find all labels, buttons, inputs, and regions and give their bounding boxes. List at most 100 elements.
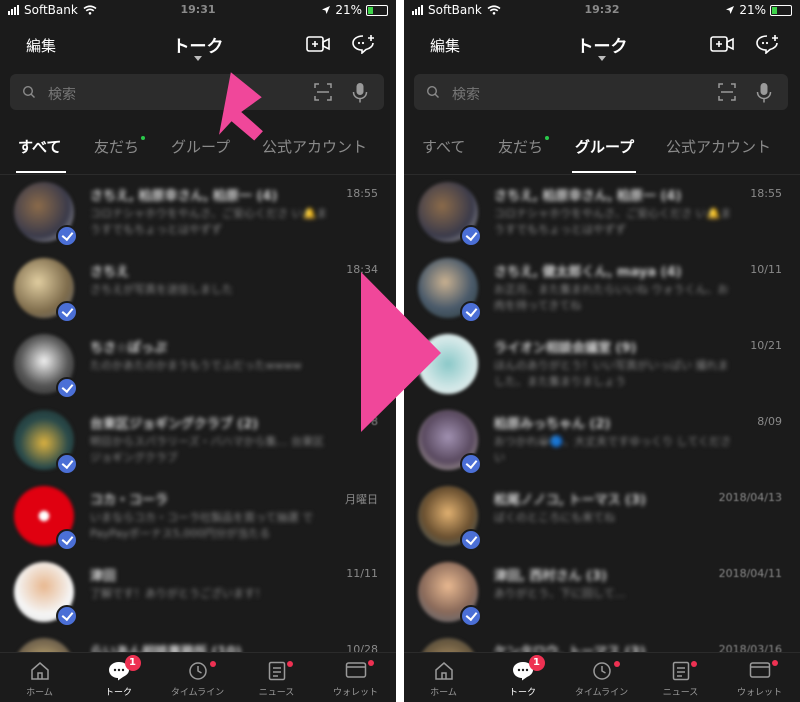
search-input[interactable]: 検索 [48,84,76,104]
nav-label: ニュース [662,688,699,698]
chevron-down-icon [194,56,202,61]
tab-official-accounts[interactable]: 公式アカウント [666,136,771,157]
tab-official-accounts[interactable]: 公式アカウント [262,136,367,157]
tab-friends[interactable]: 友だち [498,136,550,157]
nav-talk[interactable]: 1 トーク [79,653,158,702]
chat-row[interactable]: 津田, 西村さん (3) ありがとう、下に回して… 2018/04/11 [404,555,800,631]
right-screen: SoftBank 19:32 21% 編集 トーク 検索 すべて 友だち グルー… [404,0,800,702]
nav-talk[interactable]: 1 トーク [483,653,562,702]
chat-row[interactable]: ケンタロウ, トーマス (3) 2018/03/16 [404,631,800,653]
news-icon [268,661,285,681]
chat-preview: 了解です！ありがとうございます！ [90,587,266,600]
timeline-icon [592,662,611,680]
nav-label: タイムライン [574,688,629,698]
verified-icon [460,453,482,475]
news-icon [672,661,689,681]
chat-row[interactable]: 津田 了解です！ありがとうございます！ 11/11 [0,555,396,631]
video-call-icon[interactable] [710,34,734,54]
nav-label: ニュース [258,688,295,698]
nav-label: ウォレット [736,688,782,698]
chat-row[interactable]: 柏原みっちゃん (2) おつかれ😀🔵、大丈夫ですゆっくり してください 8/09 [404,403,800,479]
tab-friends[interactable]: 友だち [94,136,146,157]
nav-news[interactable]: ニュース [237,653,316,702]
active-tab-indicator [16,171,66,173]
chat-preview: 明日からスパラリーズ・バハマから集… 台東区ジョギングクラブ [90,435,324,464]
tab-groups[interactable]: グループ [575,136,634,157]
qr-scan-icon[interactable] [313,82,333,102]
chat-name: 津田 [90,569,117,584]
chat-preview: お正月、また集まれたらいいね ウォうくん、お肉を持ってきてね [494,283,729,312]
page-title[interactable]: トーク [0,32,396,57]
header: 編集 トーク [404,30,800,61]
chat-preview: ほんのありがとう！いい写真がいっぱい 撮れました、また集まりましょう [494,359,729,388]
notification-dot [287,661,293,667]
active-tab-indicator [572,171,636,173]
chat-row[interactable]: らいあん相談事務所 (10) 10/28 [0,631,396,653]
battery-percent: 21% [739,3,766,17]
tab-all[interactable]: すべて [18,136,61,157]
tab-all[interactable]: すべて [422,136,465,157]
nav-news[interactable]: ニュース [641,653,720,702]
chat-name: さちえ, 柏原幸さん, 柏原一 (4) [90,189,278,204]
chat-time: 18:55 [750,187,782,200]
new-chat-icon[interactable] [756,34,780,54]
battery-icon [366,4,388,16]
chat-name: コカ・コーラ [90,493,169,508]
wallet-icon [345,662,366,678]
chat-name: 柏原みっちゃん (2) [494,417,611,432]
chat-preview: コロナシャホウをやんさ、ご安心くださ い🔔まうすでもちょっとはやずず [90,207,328,236]
search-bar[interactable]: 検索 [414,74,788,110]
chat-name: 松尾ノノコ, トーマス (3) [494,493,646,508]
search-input[interactable]: 検索 [452,84,480,104]
home-icon [30,662,49,680]
home-icon [434,662,453,680]
qr-scan-icon[interactable] [717,82,737,102]
nav-timeline[interactable]: タイムライン [158,653,237,702]
nav-label: ウォレット [332,688,378,698]
avatar [14,638,74,653]
chat-row[interactable]: ライオン相談会議室 (9) ほんのありがとう！いい写真がいっぱい 撮れました、ま… [404,327,800,403]
unread-badge: 1 [124,655,141,671]
chat-row[interactable]: さちえ, 健太郎くん, maya (4) お正月、また集まれたらいいね ウォうく… [404,251,800,327]
nav-label: ホーム [430,688,457,698]
search-icon [22,85,35,98]
search-bar[interactable]: 検索 [10,74,384,110]
chat-time: 月曜日 [345,493,378,506]
chat-preview: ありがとう、下に回して… [494,587,626,600]
chat-time: 8 [371,415,378,428]
nav-timeline[interactable]: タイムライン [562,653,641,702]
battery-percent: 21% [335,3,362,17]
verified-icon [56,225,78,247]
tab-friends-label: 友だち [498,138,544,156]
tab-groups[interactable]: グループ [171,136,230,157]
new-chat-icon[interactable] [352,34,376,54]
chat-tabs: すべて 友だち グループ 公式アカウント [0,136,396,174]
nav-home[interactable]: ホーム [0,653,79,702]
status-bar: SoftBank 19:32 21% [404,0,800,22]
status-right: 21% [321,3,388,17]
chat-row[interactable]: さちえ, 柏原幸さん, 柏原一 (4) コロナシャホウをやんさ、ご安心くださ い… [0,175,396,251]
unread-badge: 1 [528,655,545,671]
nav-wallet[interactable]: ウォレット [720,653,799,702]
video-call-icon[interactable] [306,34,330,54]
chat-row[interactable]: 松尾ノノコ, トーマス (3) ばくのところにも来てね 2018/04/13 [404,479,800,555]
notification-dot [210,661,216,667]
chat-row[interactable]: さちえ さちえが写真を送信しました 18:34 [0,251,396,327]
microphone-icon[interactable] [756,82,772,104]
chat-tabs: すべて 友だち グループ 公式アカウント [404,136,800,174]
page-title[interactable]: トーク [404,32,800,57]
left-screen: SoftBank 19:31 21% 編集 トーク 検索 すべて 友だち グルー… [0,0,396,702]
avatar [418,334,478,394]
bottom-nav: ホーム 1 トーク タイムライン ニュース ウォレット [404,652,800,702]
chat-row[interactable]: コカ・コーラ いまならコカ・コーラ社製品を買って抽選 でPayPayボーナス5,… [0,479,396,555]
chat-row[interactable]: 台東区ジョギングクラブ (2) 明日からスパラリーズ・バハマから集… 台東区ジョ… [0,403,396,479]
chat-row[interactable]: ちさ☆ぽっぷ たのかあたのかまうもうでふだったwwww 15 [0,327,396,403]
nav-wallet[interactable]: ウォレット [316,653,395,702]
chat-row[interactable]: さちえ, 柏原幸さん, 柏原一 (4) コロナシャホウをやんさ、ご安心くださ い… [404,175,800,251]
wallet-icon [749,662,770,678]
header: 編集 トーク [0,30,396,61]
nav-home[interactable]: ホーム [404,653,483,702]
microphone-icon[interactable] [352,82,368,104]
nav-label: タイムライン [170,688,225,698]
verified-icon [460,225,482,247]
